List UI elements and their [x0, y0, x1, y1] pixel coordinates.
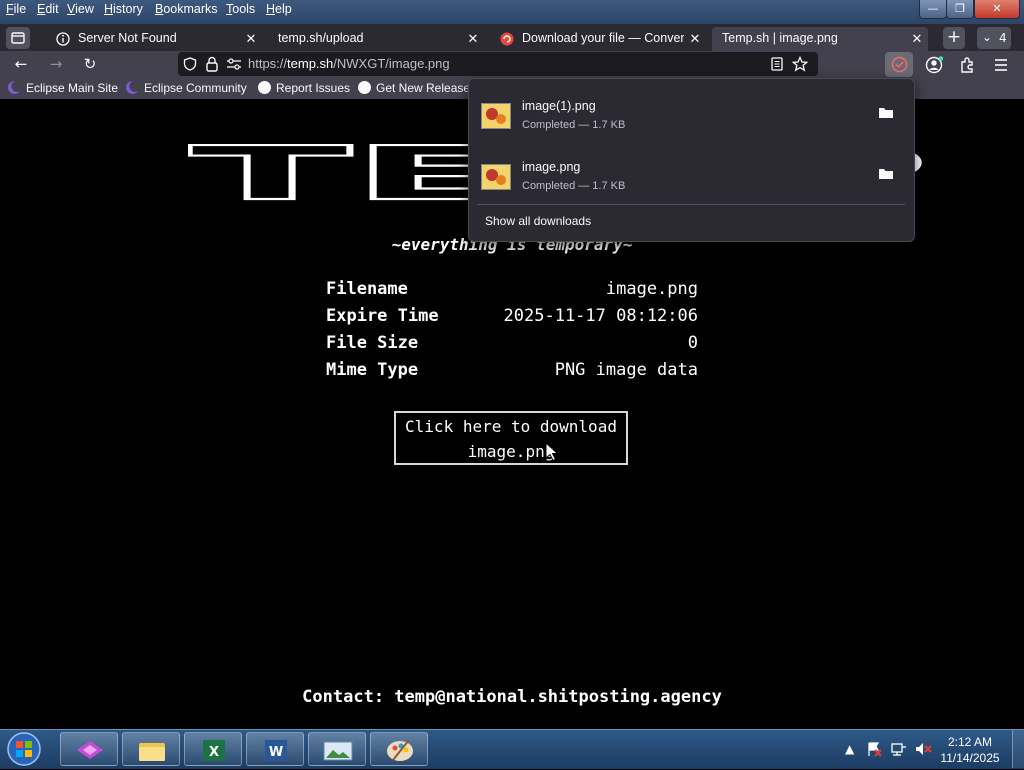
tab-manager-icon [11, 32, 25, 44]
file-size-value: 0 [687, 333, 698, 353]
start-button[interactable] [2, 731, 46, 767]
downloads-button[interactable] [885, 52, 913, 77]
eclipse-icon [126, 81, 139, 94]
visual-studio-icon [77, 741, 103, 759]
menu-view[interactable]: View [67, 2, 94, 16]
github-icon [358, 81, 371, 94]
file-size-label: File Size [326, 333, 419, 353]
bookmark-get-new-releases[interactable]: Get New Releases [358, 81, 476, 95]
photo-viewer-icon [323, 741, 353, 761]
network-icon[interactable] [891, 741, 907, 757]
mime-type-label: Mime Type [326, 360, 419, 380]
image-thumbnail-icon [481, 103, 511, 129]
menu-bookmarks[interactable]: Bookmarks [155, 2, 218, 16]
new-tab-button[interactable]: + [943, 27, 965, 49]
contact-text: Contact: temp@national.shitposting.agenc… [302, 687, 722, 707]
bookmark-star-icon[interactable] [792, 56, 808, 72]
taskbar-app-explorer[interactable] [122, 732, 180, 766]
show-hidden-icons-button[interactable]: ▲ [845, 742, 854, 756]
tab-bar: Server Not Found ✕ temp.sh/upload ✕ Down… [0, 24, 1024, 51]
bookmark-eclipse-community[interactable]: Eclipse Community [126, 81, 247, 95]
show-desktop-button[interactable] [1012, 730, 1024, 768]
action-center-flag-icon[interactable] [866, 741, 882, 757]
taskbar-app-photo-viewer[interactable] [308, 732, 366, 766]
close-window-button[interactable]: ✕ [974, 0, 1020, 19]
eclipse-icon [8, 81, 21, 94]
tab-close-icon[interactable]: ✕ [688, 27, 702, 50]
url-bar[interactable]: https://temp.sh/NWXGT/image.png [178, 52, 818, 76]
tab-server-not-found[interactable]: Server Not Found ✕ [52, 27, 262, 51]
menu-tools[interactable]: Tools [226, 2, 255, 16]
downloads-panel: image(1).png Completed — 1.7 KB image.pn… [468, 78, 915, 242]
tab-temp-sh-image[interactable]: Temp.sh | image.png ✕ [712, 27, 928, 51]
tab-close-icon[interactable]: ✕ [910, 27, 924, 50]
image-thumbnail-icon [481, 164, 511, 190]
filename-label: Filename [326, 279, 408, 299]
bookmark-report-issues[interactable]: Report Issues [258, 81, 350, 95]
download-item-image[interactable]: image.png Completed — 1.7 KB [477, 150, 905, 204]
download-file-button[interactable]: Click here to download image.png [394, 411, 628, 465]
paint-icon [387, 739, 413, 761]
permissions-icon[interactable] [226, 58, 242, 70]
expire-time-value: 2025-11-17 08:12:06 [503, 306, 698, 326]
tab-close-icon[interactable]: ✕ [244, 27, 258, 50]
menu-history[interactable]: History [104, 2, 143, 16]
tab-close-icon[interactable]: ✕ [466, 27, 480, 50]
extensions-icon[interactable] [959, 56, 977, 74]
excel-icon: X [203, 740, 225, 761]
svg-text:X: X [209, 745, 219, 760]
tab-temp-sh-upload[interactable]: temp.sh/upload ✕ [274, 27, 484, 51]
menu-file[interactable]: File [6, 2, 26, 16]
taskbar: X W ▲ 2:12 AM 11/14/2025 [0, 729, 1024, 769]
tab-manager-button[interactable] [6, 27, 30, 49]
navigation-bar: ← → ↻ https://temp.sh/NWXGT/image.png [0, 51, 1024, 78]
back-button[interactable]: ← [10, 53, 32, 75]
mouse-cursor-icon [545, 442, 559, 462]
taskbar-app-paint[interactable] [370, 732, 428, 766]
word-icon: W [265, 740, 287, 761]
reader-view-icon[interactable] [770, 57, 784, 71]
account-icon[interactable] [925, 56, 943, 74]
lock-icon[interactable] [205, 56, 219, 72]
github-icon [258, 81, 271, 94]
folder-icon[interactable] [879, 107, 893, 118]
list-all-tabs-button[interactable]: ⌄ 4 [977, 27, 1011, 49]
download-item-image-1[interactable]: image(1).png Completed — 1.7 KB [477, 89, 905, 143]
expire-time-label: Expire Time [326, 306, 439, 326]
folder-icon[interactable] [879, 168, 893, 179]
convertio-favicon-icon [500, 32, 514, 46]
taskbar-app-word[interactable]: W [246, 732, 304, 766]
maximize-button[interactable]: ❐ [946, 0, 974, 19]
taskbar-app-excel[interactable]: X [184, 732, 242, 766]
menu-bar: File Edit View History Bookmarks Tools H… [0, 0, 1024, 24]
reload-button[interactable]: ↻ [79, 53, 101, 75]
shield-icon[interactable] [183, 57, 197, 71]
menu-edit[interactable]: Edit [37, 2, 59, 16]
show-all-downloads-link[interactable]: Show all downloads [485, 214, 591, 228]
svg-text:W: W [269, 745, 283, 760]
divider [477, 204, 905, 205]
volume-muted-icon[interactable] [914, 741, 932, 757]
menu-help[interactable]: Help [266, 2, 292, 16]
tab-count: 4 [999, 31, 1007, 45]
chevron-down-icon: ⌄ [982, 30, 993, 44]
folder-icon [139, 743, 165, 761]
url-text[interactable]: https://temp.sh/NWXGT/image.png [248, 56, 450, 71]
tab-download-your-file[interactable]: Download your file — Converti ✕ [496, 27, 706, 51]
filename-value: image.png [605, 279, 698, 299]
hamburger-menu-icon[interactable] [993, 57, 1009, 73]
file-info-table: Filename image.png Expire Time 2025-11-1… [0, 277, 1024, 387]
clock-time: 2:12 AM [947, 735, 993, 749]
clock-date: 11/14/2025 [940, 751, 1000, 765]
minimize-button[interactable]: — [919, 0, 947, 19]
info-icon [56, 32, 70, 46]
download-complete-icon [891, 56, 908, 73]
system-clock[interactable]: 2:12 AM 11/14/2025 [935, 734, 1005, 766]
bookmark-eclipse-main-site[interactable]: Eclipse Main Site [8, 81, 118, 95]
mime-type-value: PNG image data [554, 360, 698, 380]
forward-button[interactable]: → [45, 53, 67, 75]
taskbar-app-visual-studio[interactable] [60, 732, 118, 766]
